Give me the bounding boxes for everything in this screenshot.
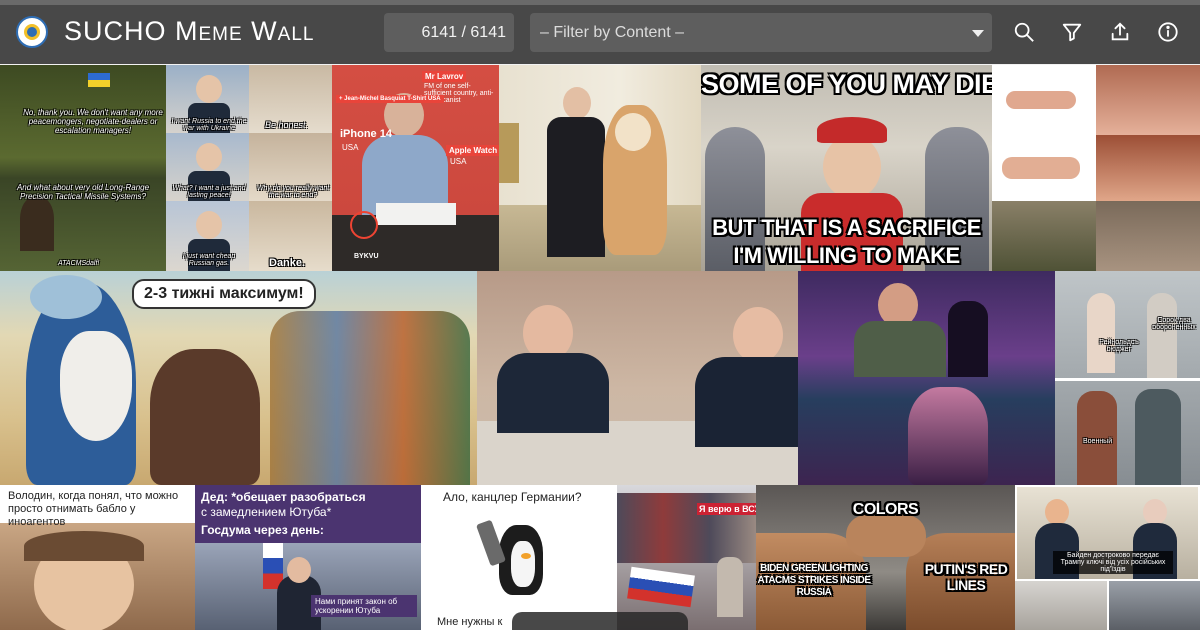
- meme-tile-duma[interactable]: Дед: *обещает разобраться с замедлением …: [195, 485, 421, 630]
- meme-text: Военный: [1083, 438, 1113, 445]
- meme-text: Володин, когда понял, что можно просто о…: [8, 490, 179, 529]
- meme-tile-moses[interactable]: 2-3 тижні максимум!: [0, 271, 477, 485]
- meme-text: Рейнольдсъ бюджет: [1099, 339, 1139, 353]
- meme-text: And what about very old Long-Range Preci…: [16, 183, 150, 201]
- content-filter-select[interactable]: – Filter by Content –: [530, 13, 992, 52]
- meme-text: I just want cheap Russian gas.: [182, 253, 236, 267]
- meme-label: Apple Watch: [446, 145, 499, 156]
- meme-counter: 6141 / 6141: [384, 13, 514, 52]
- meme-tile-putin-dog[interactable]: [499, 65, 701, 271]
- top-bar: SUCHO Meme Wall 6141 / 6141 – Filter by …: [0, 0, 1200, 64]
- app-title: SUCHO Meme Wall: [64, 16, 315, 46]
- meme-text: Why do you really want the war to end?: [256, 185, 330, 199]
- meme-text: Я верю в ВСУ !: [697, 503, 756, 515]
- meme-label: BYKVU: [354, 253, 379, 260]
- search-icon[interactable]: [1009, 17, 1039, 47]
- sucho-logo-icon[interactable]: [16, 16, 48, 48]
- russia-flag-icon: [627, 566, 695, 608]
- chevron-down-icon: [972, 30, 984, 37]
- meme-text: Ало, канцлер Германии?: [443, 490, 582, 504]
- meme-label: USA: [450, 157, 467, 166]
- meme-text: BIDEN GREENLIGHTING ATACMS STRIKES INSID…: [757, 563, 871, 598]
- meme-text: PUTIN'S RED LINES: [924, 561, 1008, 594]
- meme-text: Danke.: [269, 257, 306, 269]
- meme-text: Сорок два обороненных: [1152, 317, 1196, 331]
- meme-text: с замедлением Ютуба*: [201, 505, 332, 519]
- meme-tile-scholz-honest[interactable]: I want Russia to end the war with Ukrain…: [166, 65, 332, 271]
- meme-tile-crowd[interactable]: Я верю в ВСУ !: [617, 485, 756, 630]
- filter-icon[interactable]: [1057, 17, 1087, 47]
- meme-tile-reactions[interactable]: [992, 65, 1200, 271]
- meme-tile-purple-officer[interactable]: [798, 271, 1055, 485]
- meme-label: iPhone 14: [340, 128, 392, 140]
- meme-tile-couple[interactable]: Рейнольдсъ бюджет Сорок два обороненных …: [1055, 271, 1200, 485]
- meme-tile-volodin[interactable]: Володин, когда понял, что можно просто о…: [0, 485, 195, 630]
- meme-text: No, thank you. We don't want any more pe…: [23, 108, 163, 135]
- meme-tile-sacrifice[interactable]: SOME OF YOU MAY DIE BUT THAT IS A SACRIF…: [701, 65, 992, 271]
- meme-tile-epic-handshake[interactable]: COLORS BIDEN GREENLIGHTING ATACMS STRIKE…: [756, 485, 1015, 630]
- meme-label: USA: [342, 143, 359, 152]
- meme-label: + Jean-Michel Basquiat T-Shirt USA: [336, 95, 444, 103]
- meme-label: Mr Lavrov: [422, 71, 467, 82]
- meme-text: Дед: *обещает разобраться: [201, 490, 366, 504]
- meme-text: COLORS: [852, 501, 919, 518]
- info-icon[interactable]: [1153, 17, 1183, 47]
- meme-text: Be honest.: [265, 120, 309, 130]
- meme-text: SOME OF YOU MAY DIE: [701, 69, 992, 99]
- ukraine-flag-icon: [88, 73, 110, 87]
- meme-text: ATACMSdalf!: [58, 260, 100, 267]
- meme-text: Байден достроково передає Трампу ключі в…: [1053, 551, 1173, 574]
- meme-text: I'M WILLING TO MAKE: [733, 243, 960, 268]
- meme-text: Госдума через день:: [201, 523, 324, 537]
- upload-icon[interactable]: [1105, 17, 1135, 47]
- meme-tile-gandalf[interactable]: No, thank you. We don't want any more pe…: [0, 65, 166, 271]
- meme-tile-lavrov[interactable]: Mr Lavrov FM of one self-sufficient coun…: [332, 65, 499, 271]
- meme-text: I want Russia to end the war with Ukrain…: [171, 118, 247, 132]
- content-filter-value: – Filter by Content –: [540, 23, 685, 41]
- speech-bubble: 2-3 тижні максимум!: [132, 279, 316, 309]
- meme-tile-macron-scholz[interactable]: [477, 271, 798, 485]
- meme-tile-trump-biden[interactable]: Байден достроково передає Трампу ключі в…: [1015, 485, 1200, 630]
- meme-text: BUT THAT IS A SACRIFICE: [712, 215, 981, 240]
- meme-text: Нами принят закон об ускорении Ютуба: [311, 595, 417, 617]
- floating-toolbar[interactable]: [512, 612, 688, 630]
- meme-text: What? I want a just and lasting peace!: [172, 185, 246, 199]
- meme-tile-penguin[interactable]: Ало, канцлер Германии? Мне нужны к: [421, 485, 617, 630]
- meme-text: Мне нужны к: [437, 616, 503, 628]
